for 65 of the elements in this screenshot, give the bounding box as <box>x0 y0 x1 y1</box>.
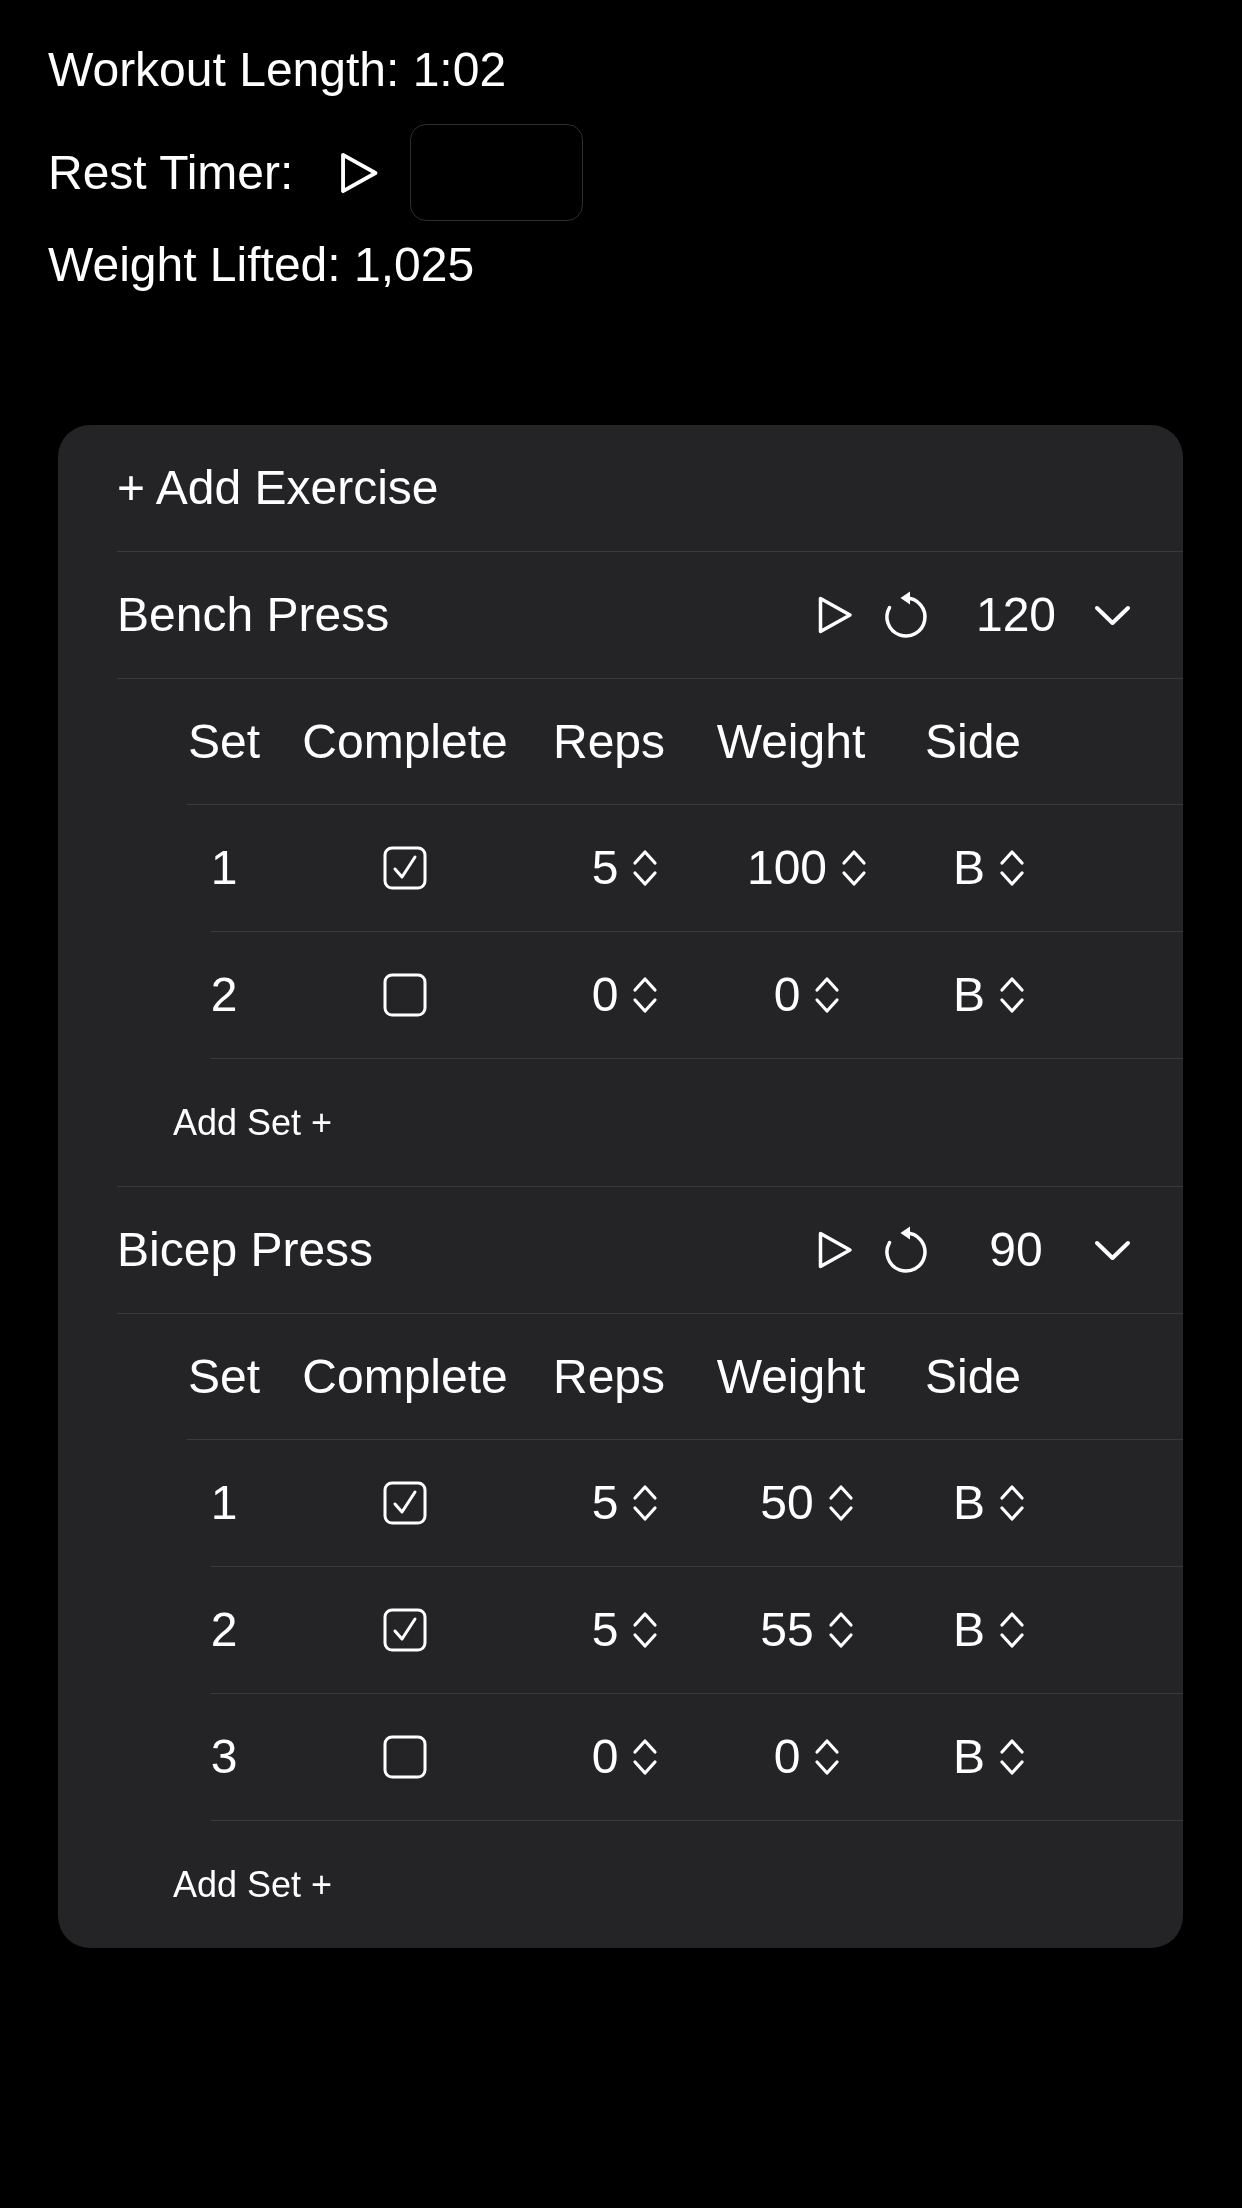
column-header: Reps <box>552 1348 666 1405</box>
weight-picker[interactable]: 100 <box>746 838 868 898</box>
chevron-up-down-icon <box>632 976 659 1014</box>
chevron-up-down-icon <box>841 849 868 887</box>
chevron-down-icon[interactable] <box>1094 604 1131 626</box>
reps-picker[interactable]: 5 <box>591 1473 659 1533</box>
weight-picker[interactable]: 50 <box>760 1473 854 1533</box>
side-picker[interactable]: B <box>953 1600 1025 1660</box>
weight-lifted-text: Weight Lifted: 1,025 <box>48 237 476 293</box>
set-number: 1 <box>210 840 238 896</box>
reps-picker[interactable]: 0 <box>591 965 659 1025</box>
play-icon[interactable] <box>339 150 380 195</box>
rest-seconds: 90 <box>988 1222 1044 1278</box>
weight-picker[interactable]: 55 <box>760 1600 854 1660</box>
rest-seconds: 120 <box>974 587 1058 643</box>
column-header: Side <box>924 1348 1022 1405</box>
chevron-up-down-icon <box>999 976 1025 1014</box>
checked-checkbox[interactable] <box>383 846 427 890</box>
column-header: Complete <box>302 1348 508 1405</box>
exercise-name: Bench Press <box>117 587 391 643</box>
chevron-up-down-icon <box>632 849 659 887</box>
set-number: 2 <box>210 1602 238 1658</box>
chevron-up-down-icon <box>827 1484 854 1522</box>
chevron-up-down-icon <box>632 1738 659 1776</box>
chevron-up-down-icon <box>814 976 841 1014</box>
chevron-up-down-icon <box>632 1484 659 1522</box>
column-header: Side <box>924 713 1022 770</box>
chevron-up-down-icon <box>999 1611 1025 1649</box>
column-header: Set <box>187 1348 260 1405</box>
play-icon[interactable] <box>817 595 853 635</box>
weight-picker[interactable]: 0 <box>773 965 841 1025</box>
reps-picker[interactable]: 5 <box>591 838 659 898</box>
chevron-up-down-icon <box>814 1738 841 1776</box>
side-picker[interactable]: B <box>953 965 1025 1025</box>
set-number: 3 <box>210 1729 238 1785</box>
checkbox[interactable] <box>383 973 427 1017</box>
workout-length-text: Workout Length: 1:02 <box>48 42 508 98</box>
play-icon[interactable] <box>817 1230 853 1270</box>
rest-timer-label: Rest Timer: <box>48 144 294 201</box>
checked-checkbox[interactable] <box>383 1481 427 1525</box>
column-header: Set <box>187 713 260 770</box>
chevron-up-down-icon <box>632 1611 659 1649</box>
side-picker[interactable]: B <box>953 1473 1025 1533</box>
set-number: 2 <box>210 967 238 1023</box>
chevron-down-icon[interactable] <box>1094 1239 1131 1261</box>
add-exercise-button[interactable]: + Add Exercise <box>117 458 439 518</box>
column-header: Weight <box>716 713 866 770</box>
chevron-up-down-icon <box>999 1738 1025 1776</box>
checkbox[interactable] <box>383 1735 427 1779</box>
weight-picker[interactable]: 0 <box>773 1727 841 1787</box>
set-number: 1 <box>210 1475 238 1531</box>
column-header: Complete <box>302 713 508 770</box>
add-set-button[interactable]: Add Set + <box>173 1099 333 1146</box>
column-header: Weight <box>716 1348 866 1405</box>
exercise-name: Bicep Press <box>117 1222 375 1278</box>
reps-picker[interactable]: 5 <box>591 1600 659 1660</box>
side-picker[interactable]: B <box>953 1727 1025 1787</box>
reps-picker[interactable]: 0 <box>591 1727 659 1787</box>
chevron-up-down-icon <box>999 849 1025 887</box>
side-picker[interactable]: B <box>953 838 1025 898</box>
chevron-up-down-icon <box>827 1611 854 1649</box>
add-set-button[interactable]: Add Set + <box>173 1861 333 1908</box>
checked-checkbox[interactable] <box>383 1608 427 1652</box>
column-header: Reps <box>552 713 666 770</box>
chevron-up-down-icon <box>999 1484 1025 1522</box>
